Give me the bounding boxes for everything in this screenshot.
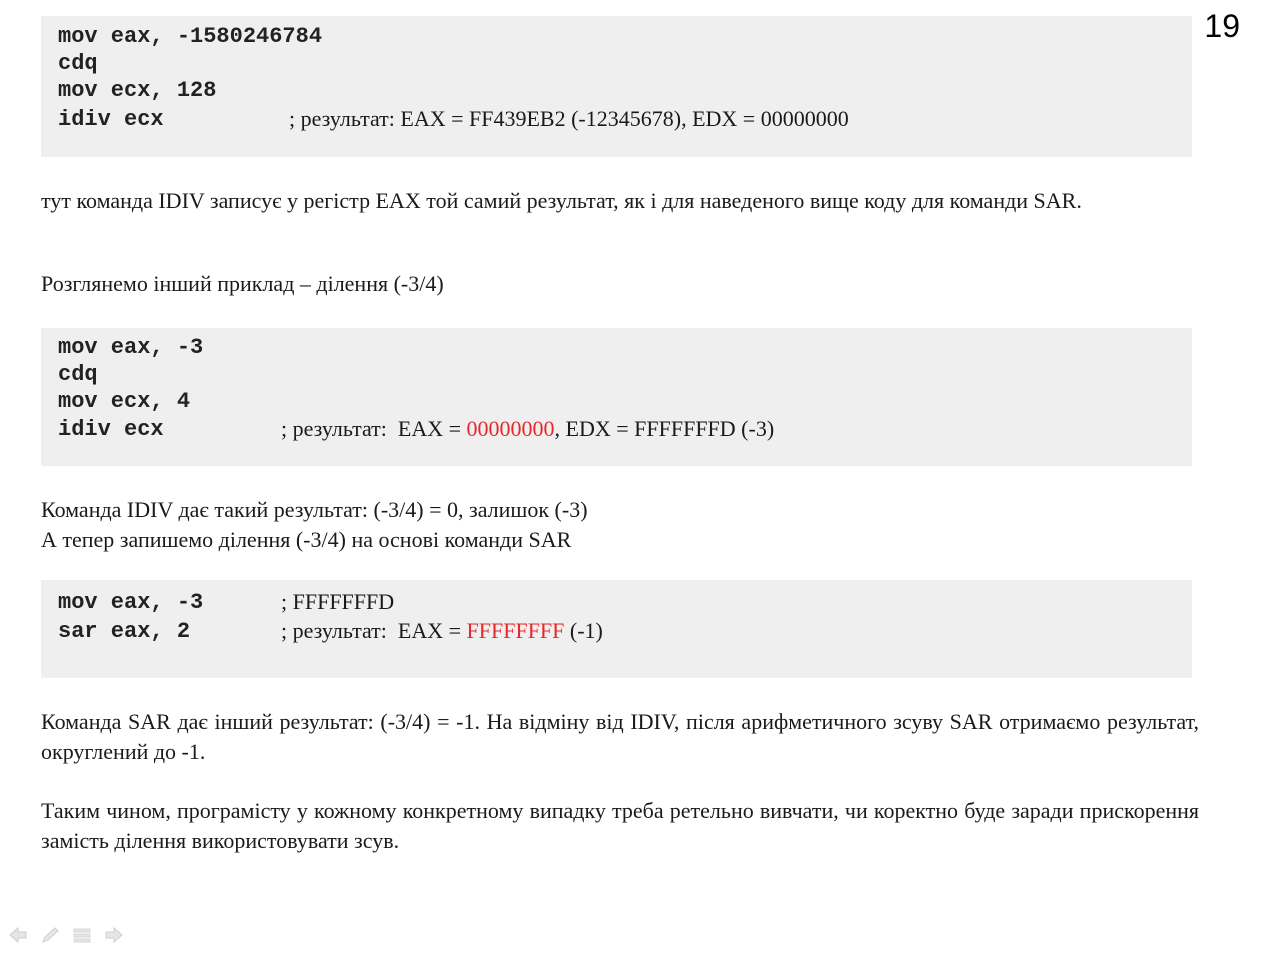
code-line: mov ecx, 128: [58, 78, 217, 103]
code-block-2: mov eax, -3 cdq mov ecx, 4 idiv ecx ; ре…: [41, 328, 1192, 466]
code-line: sar eax, 2: [58, 619, 191, 644]
paragraph: Таким чином, програмісту у кожному конкр…: [41, 798, 1199, 853]
comment-highlight: FFFFFFFF: [466, 618, 565, 643]
code-line: idiv ecx: [58, 107, 164, 132]
paragraph: тут команда IDIV записує у регістр EAX т…: [41, 188, 1082, 213]
paragraph: Команда SAR дає інший результат: (-3/4) …: [41, 709, 1199, 764]
slide-navigation: [8, 926, 124, 944]
code-line: idiv ecx: [58, 417, 164, 442]
comment-highlight: 00000000: [466, 416, 555, 441]
menu-icon[interactable]: [72, 926, 92, 944]
code-block-3: mov eax, -3 ; FFFFFFFD sar eax, 2 ; резу…: [41, 580, 1192, 678]
code-comment: ; FFFFFFFD: [281, 589, 395, 614]
slide-number: 19: [1204, 8, 1240, 44]
code-line: mov eax, -3: [58, 590, 204, 615]
paragraph: Команда IDIV дає такий результат: (-3/4)…: [41, 497, 588, 522]
arrow-left-icon[interactable]: [8, 926, 28, 944]
arrow-right-icon[interactable]: [104, 926, 124, 944]
code-block-1: mov eax, -1580246784 cdq mov ecx, 128 id…: [41, 16, 1192, 157]
code-comment: ; результат: EAX = FF439EB2 (-12345678),…: [289, 106, 849, 131]
comment-text: (-1): [564, 618, 603, 643]
code-line: cdq: [58, 362, 98, 387]
paragraph: А тепер запишемо ділення (-3/4) на основ…: [41, 527, 572, 552]
code-line: mov ecx, 4: [58, 389, 191, 414]
pen-icon[interactable]: [40, 926, 60, 944]
paragraph: Розглянемо інший приклад – ділення (-3/4…: [41, 271, 444, 296]
code-line: cdq: [58, 51, 98, 76]
code-comment: ; результат: EAX = FFFFFFFF (-1): [281, 617, 603, 645]
comment-text: , EDX = FFFFFFFD (-3): [554, 416, 775, 441]
comment-text: ; результат: EAX =: [281, 416, 467, 441]
code-line: mov eax, -1580246784: [58, 24, 323, 49]
code-line: mov eax, -3: [58, 335, 204, 360]
comment-text: ; результат: EAX =: [281, 618, 467, 643]
code-comment: ; результат: EAX = 00000000, EDX = FFFFF…: [281, 415, 774, 443]
